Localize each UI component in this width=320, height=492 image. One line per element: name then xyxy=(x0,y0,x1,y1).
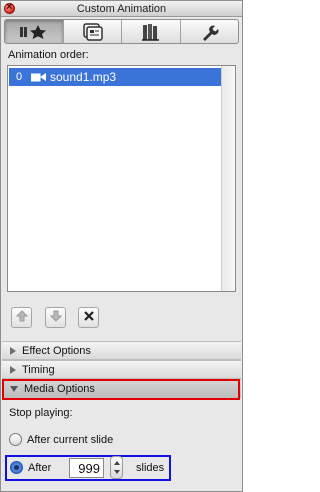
list-scrollbar[interactable] xyxy=(221,66,235,291)
sound-icon xyxy=(30,72,47,82)
timing-label: Timing xyxy=(22,363,55,376)
after-slides-radio[interactable] xyxy=(10,461,23,474)
window-title: Custom Animation xyxy=(76,3,167,15)
timing-section[interactable]: Timing xyxy=(2,360,241,379)
wrench-icon xyxy=(199,23,219,41)
list-item[interactable]: 0 sound1.mp3 xyxy=(9,68,221,86)
arrow-down-icon xyxy=(49,310,62,325)
animation-order-list[interactable]: 0 sound1.mp3 xyxy=(7,65,236,292)
move-up-button[interactable] xyxy=(11,307,32,328)
tab-reference-tools[interactable] xyxy=(122,20,181,43)
tab-document-elements[interactable] xyxy=(181,20,239,43)
remove-button[interactable] xyxy=(78,307,99,328)
stop-playing-label: Stop playing: xyxy=(9,407,73,419)
animation-order-label: Animation order: xyxy=(8,49,89,61)
custom-animation-panel: Custom Animation xyxy=(0,0,243,492)
tab-slide-layouts[interactable] xyxy=(64,20,122,43)
books-icon xyxy=(141,23,161,41)
effect-options-label: Effect Options xyxy=(22,344,91,357)
stepper-up-icon[interactable] xyxy=(114,461,120,465)
after-label: After xyxy=(28,462,52,474)
item-name: sound1.mp3 xyxy=(50,70,117,84)
after-current-slide-radio[interactable] xyxy=(9,433,22,446)
slides-count-stepper[interactable] xyxy=(110,456,123,479)
title-bar[interactable]: Custom Animation xyxy=(1,1,242,17)
delete-x-icon xyxy=(83,310,95,325)
slides-count-input[interactable] xyxy=(69,458,104,478)
slides-icon xyxy=(81,22,103,41)
toolbox-tabs xyxy=(4,19,239,44)
item-index: 0 xyxy=(16,71,23,83)
after-current-slide-label: After current slide xyxy=(27,434,114,446)
media-options-highlight xyxy=(2,379,240,400)
disclosure-triangle-icon xyxy=(10,346,16,355)
arrow-up-icon xyxy=(15,310,28,325)
disclosure-triangle-icon xyxy=(10,365,16,374)
slides-label: slides xyxy=(136,462,165,474)
star-icon xyxy=(19,24,49,40)
stepper-down-icon[interactable] xyxy=(114,470,120,474)
move-down-button[interactable] xyxy=(45,307,66,328)
effect-options-section[interactable]: Effect Options xyxy=(2,341,241,360)
tab-custom-animation[interactable] xyxy=(5,20,64,43)
